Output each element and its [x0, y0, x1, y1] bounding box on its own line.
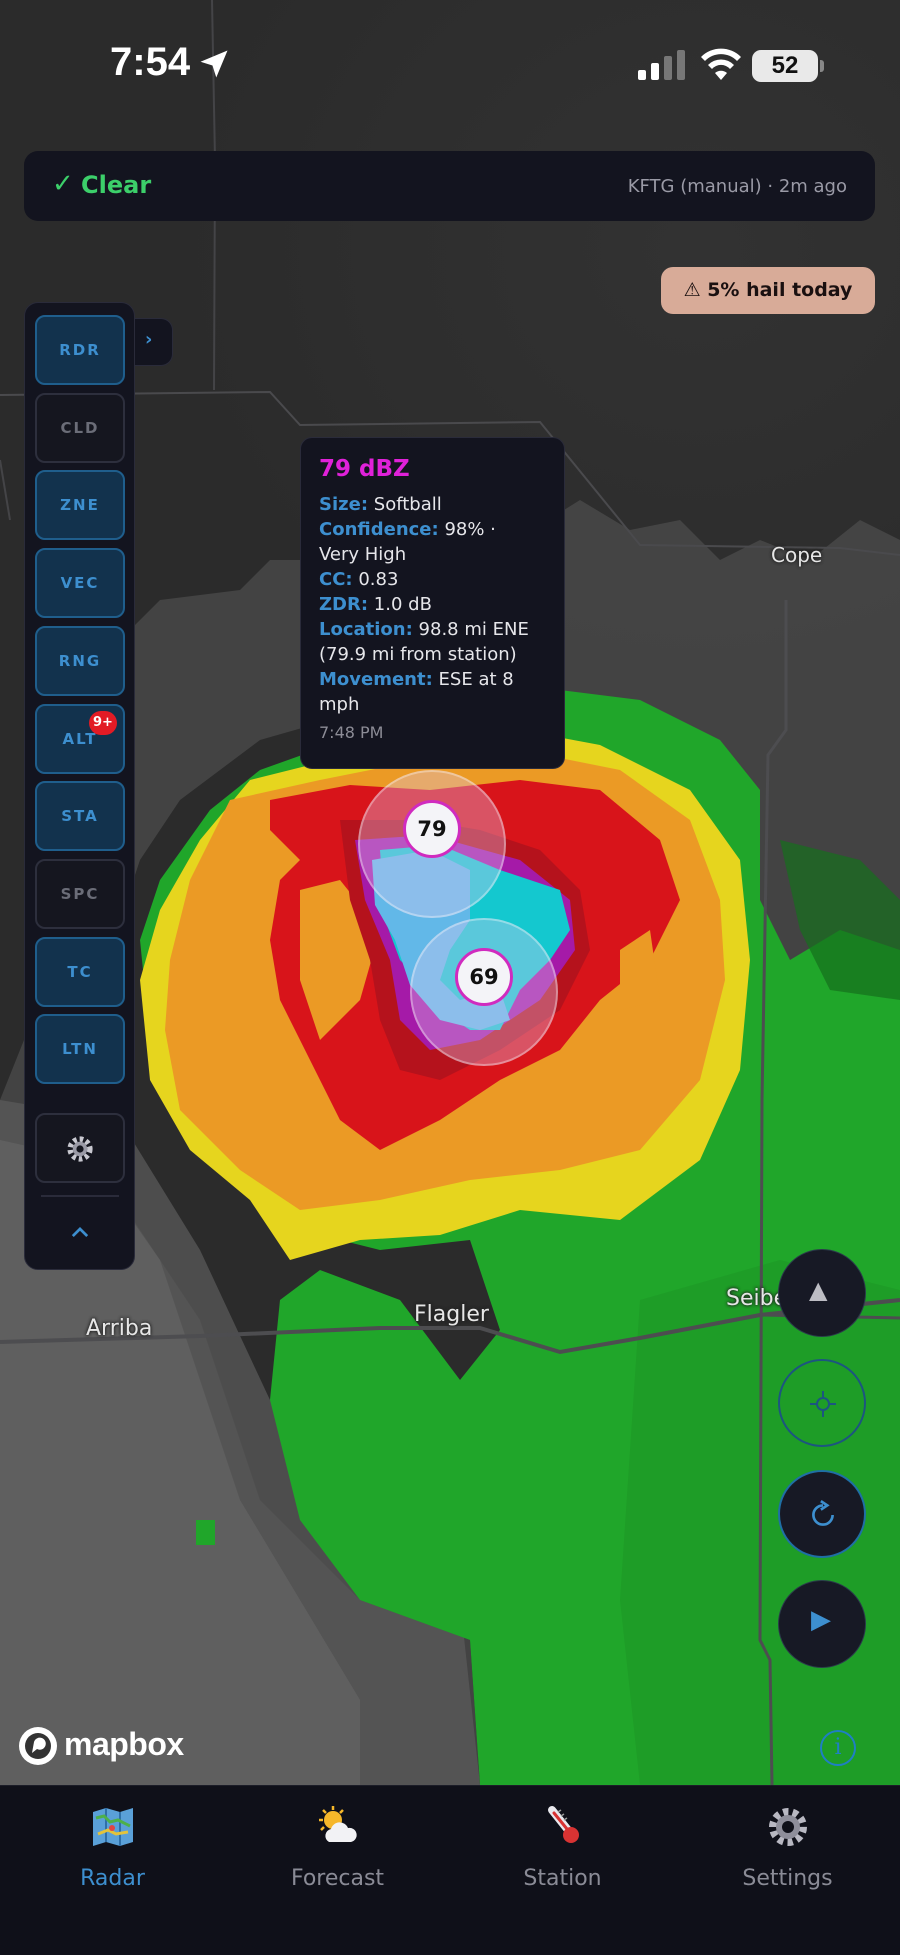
storm-marker-69[interactable]: 69	[455, 948, 513, 1006]
location-value: 98.8 mi ENE	[418, 619, 529, 640]
radar-status-bar[interactable]: ✓ Clear KFTG (manual) · 2m ago	[24, 151, 875, 221]
gear-icon	[67, 1136, 93, 1162]
movement-row: Movement: ESE at 8	[319, 667, 546, 692]
tab-label: Forecast	[290, 1866, 385, 1891]
layer-label: ZNE	[60, 496, 100, 514]
battery-indicator: 52	[752, 50, 824, 82]
toolbar-collapse-button[interactable]	[35, 1203, 125, 1263]
movement-label: Movement:	[319, 669, 433, 690]
cc-row: CC: 0.83	[319, 567, 546, 592]
toolbar-expand-button[interactable]: ›	[131, 318, 173, 366]
station-info: KFTG (manual) · 2m ago	[627, 176, 847, 197]
popup-timestamp: 7:48 PM	[319, 723, 384, 742]
size-value: Softball	[373, 494, 442, 515]
tab-station[interactable]: Station	[450, 1786, 675, 1906]
status-bar: 7:54 52	[0, 0, 900, 130]
layer-button-zne[interactable]: ZNE	[35, 470, 125, 540]
layer-label: TC	[67, 963, 93, 981]
chevron-right-icon: ›	[145, 329, 153, 350]
tab-radar[interactable]: Radar	[0, 1786, 225, 1906]
confidence-row: Confidence: 98% ·	[319, 517, 546, 542]
bottom-tab-bar: Radar Forecast Station Settings	[0, 1785, 900, 1955]
size-label: Size:	[319, 494, 369, 515]
town-label-arriba: Arriba	[86, 1316, 153, 1341]
layer-label: ALT	[62, 730, 98, 748]
storm-marker-79[interactable]: 79	[403, 800, 461, 858]
layer-label: STA	[61, 807, 99, 825]
thermometer-icon	[548, 1806, 579, 1843]
cc-value: 0.83	[358, 569, 399, 590]
confidence-level: Very High	[319, 544, 407, 565]
layer-button-rng[interactable]: RNG	[35, 626, 125, 696]
tab-label: Settings	[742, 1866, 833, 1891]
zdr-value: 1.0 dB	[373, 594, 432, 615]
alert-count-badge: 9+	[89, 711, 117, 735]
layer-label: VEC	[60, 574, 100, 592]
mapbox-wordmark: mapbox	[64, 1726, 184, 1762]
zdr-label: ZDR:	[319, 594, 369, 615]
mapbox-logo-icon	[19, 1727, 57, 1765]
tab-label: Station	[523, 1866, 602, 1891]
clock: 7:54	[110, 40, 191, 84]
chevron-up-icon	[71, 1227, 89, 1238]
info-icon: i	[834, 1735, 842, 1760]
check-icon: ✓	[52, 169, 74, 199]
play-animation-button[interactable]: ▶	[778, 1580, 866, 1668]
cc-label: CC:	[319, 569, 353, 590]
gear-icon	[769, 1808, 807, 1846]
map-icon	[93, 1808, 133, 1846]
cellular-signal-icon	[638, 50, 685, 80]
layer-toolbar: RDR CLD ZNE VEC RNG ALT 9+ STA SPC TC LTN	[24, 302, 135, 1270]
location-row: Location: 98.8 mi ENE	[319, 617, 546, 642]
movement-value: ESE at 8	[438, 669, 514, 690]
layer-button-vec[interactable]: VEC	[35, 548, 125, 618]
layer-button-alt[interactable]: ALT 9+	[35, 704, 125, 774]
locate-me-button[interactable]	[778, 1359, 866, 1447]
refresh-icon	[812, 1500, 834, 1526]
confidence-value: 98% ·	[444, 519, 496, 540]
layer-button-cld[interactable]: CLD	[35, 393, 125, 463]
compass-north-button[interactable]: ▲	[778, 1249, 866, 1337]
wifi-icon	[701, 48, 741, 80]
toolbar-divider	[41, 1195, 119, 1197]
crosshair-icon	[810, 1391, 836, 1417]
layer-label: LTN	[62, 1040, 98, 1058]
layer-label: RDR	[59, 341, 101, 359]
zdr-row: ZDR: 1.0 dB	[319, 592, 546, 617]
layer-button-sta[interactable]: STA	[35, 781, 125, 851]
layer-label: CLD	[60, 419, 100, 437]
layer-button-tc[interactable]: TC	[35, 937, 125, 1007]
town-label-cope: Cope	[771, 543, 823, 567]
movement-unit: mph	[319, 694, 360, 715]
layer-settings-button[interactable]	[35, 1113, 125, 1183]
layer-button-ltn[interactable]: LTN	[35, 1014, 125, 1084]
tab-settings[interactable]: Settings	[675, 1786, 900, 1906]
sun-cloud-icon	[319, 1806, 357, 1842]
play-icon: ▶	[811, 1605, 831, 1635]
town-label-flagler: Flagler	[414, 1302, 489, 1327]
storm-info-popup[interactable]: 79 dBZ Size: Softball Confidence: 98% · …	[300, 437, 565, 769]
location-arrow-icon	[200, 50, 228, 78]
alert-status: Clear	[81, 171, 152, 199]
refresh-button[interactable]	[778, 1470, 866, 1558]
layer-label: SPC	[60, 885, 100, 903]
layer-button-spc[interactable]: SPC	[35, 859, 125, 929]
reflectivity-value: 79 dBZ	[319, 456, 410, 482]
north-arrow-icon: ▲	[809, 1276, 828, 1304]
hail-probability-banner[interactable]: ⚠ 5% hail today	[661, 267, 875, 314]
tab-forecast[interactable]: Forecast	[225, 1786, 450, 1906]
tab-label: Radar	[80, 1866, 145, 1891]
layer-label: RNG	[58, 652, 102, 670]
confidence-label: Confidence:	[319, 519, 439, 540]
location-distance: (79.9 mi from station)	[319, 644, 517, 665]
attribution-info-button[interactable]: i	[820, 1730, 856, 1766]
layer-button-rdr[interactable]: RDR	[35, 315, 125, 385]
size-row: Size: Softball	[319, 492, 546, 517]
location-label: Location:	[319, 619, 413, 640]
